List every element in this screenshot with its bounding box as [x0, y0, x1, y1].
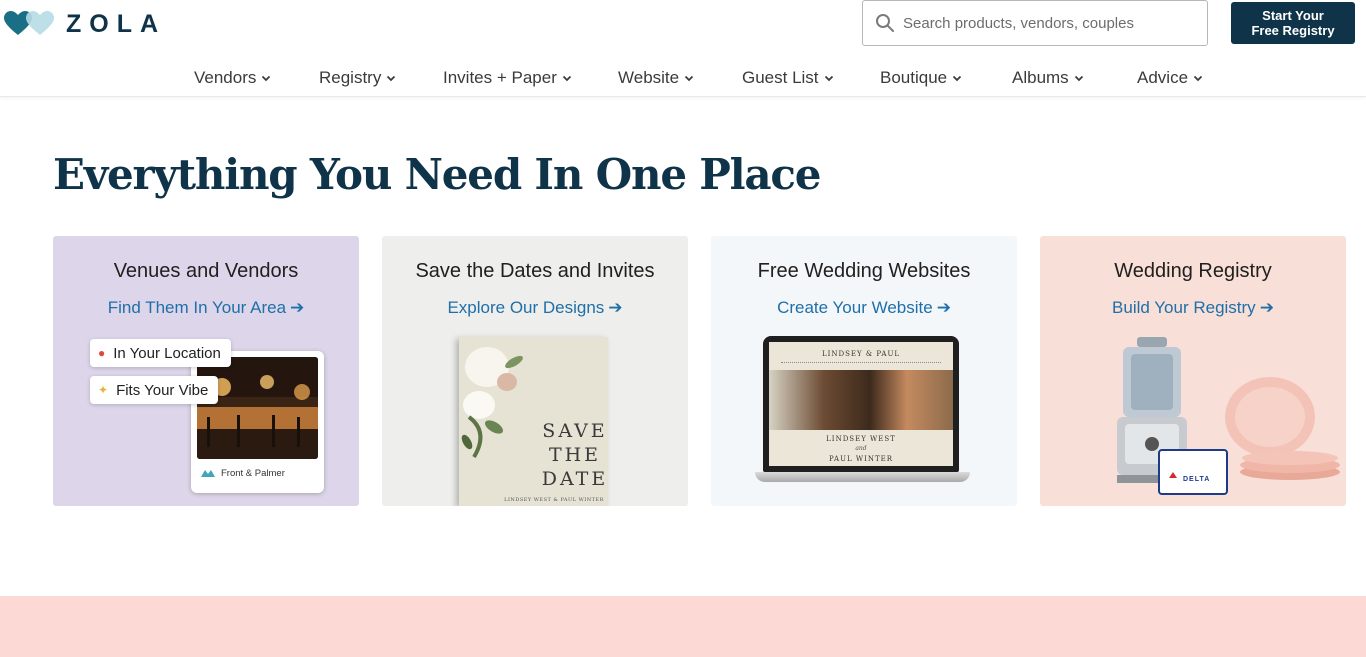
- gift-card-label: DELTA: [1183, 476, 1211, 483]
- nav-label: Advice: [1137, 68, 1189, 87]
- date-text: DATE: [541, 468, 609, 490]
- nav-item-guest-list[interactable]: Guest List: [742, 68, 834, 88]
- card-wedding-registry[interactable]: Wedding Registry Build Your Registry ➔ DE…: [1040, 236, 1346, 506]
- save-the-date-card: SAVE THE DATE LINDSEY WEST & PAUL WINTER: [459, 337, 608, 506]
- venue-logo-icon: [201, 470, 215, 477]
- start-registry-button[interactable]: Start Your Free Registry: [1231, 2, 1355, 44]
- card-link[interactable]: Create Your Website ➔: [711, 298, 1017, 318]
- card-save-the-dates[interactable]: Save the Dates and Invites Explore Our D…: [382, 236, 688, 506]
- card-wedding-websites[interactable]: Free Wedding Websites Create Your Websit…: [711, 236, 1017, 506]
- card-link[interactable]: Explore Our Designs ➔: [382, 298, 688, 318]
- card-title: Wedding Registry: [1114, 260, 1272, 282]
- pill-label: In Your Location: [113, 344, 221, 362]
- search-input[interactable]: [903, 14, 1193, 32]
- nav-item-advice[interactable]: Advice: [1137, 68, 1203, 88]
- chevron-down-icon: [952, 75, 962, 82]
- card-link-label: Explore Our Designs: [447, 298, 605, 317]
- website-caption-and: and: [855, 445, 867, 452]
- card-link[interactable]: Build Your Registry ➔: [1040, 298, 1346, 318]
- nav-label: Albums: [1012, 68, 1069, 87]
- card-venues-vendors[interactable]: Venues and Vendors Find Them In Your Are…: [53, 236, 359, 506]
- nav-label: Vendors: [194, 68, 257, 87]
- website-caption-2: PAUL WINTER: [828, 455, 894, 463]
- card-link-label: Build Your Registry: [1112, 298, 1256, 317]
- venue-preview-card: Front & Palmer: [191, 351, 324, 493]
- card-title: Save the Dates and Invites: [415, 260, 655, 282]
- main-nav: Vendors Registry Invites + Paper Website…: [0, 60, 1366, 96]
- the-text: THE: [548, 444, 602, 466]
- venue-name: Front & Palmer: [221, 468, 285, 479]
- cta-line-2: Free Registry: [1251, 23, 1335, 38]
- venue-photo: [197, 357, 318, 459]
- nav-item-invites-paper[interactable]: Invites + Paper: [443, 68, 572, 88]
- website-caption: LINDSEY WEST: [826, 435, 896, 443]
- pill-label: Fits Your Vibe: [116, 381, 209, 399]
- vibe-pill: ✦ Fits Your Vibe: [90, 376, 219, 404]
- zola-logo[interactable]: ZOLA: [4, 10, 166, 38]
- floral-illustration: [461, 347, 523, 459]
- nav-label: Guest List: [742, 68, 819, 87]
- arrow-right-icon: ➔: [608, 298, 623, 317]
- chevron-down-icon: [262, 75, 271, 82]
- card-link[interactable]: Find Them In Your Area ➔: [53, 298, 359, 318]
- nav-label: Invites + Paper: [443, 68, 557, 87]
- nav-item-vendors[interactable]: Vendors: [194, 68, 271, 88]
- chevron-down-icon: [824, 75, 833, 82]
- site-header: ZOLA Start Your Free Registry Vendors Re…: [0, 0, 1366, 97]
- logo-wordmark: ZOLA: [66, 9, 167, 38]
- hearts-logo-icon: [4, 11, 54, 35]
- laptop-base: [755, 472, 970, 482]
- website-nav-strip: [781, 362, 941, 364]
- website-preview: LINDSEY & PAUL LINDSEY WEST and PAUL WIN…: [769, 342, 953, 466]
- chevron-down-icon: [1074, 75, 1083, 82]
- arrow-right-icon: ➔: [290, 298, 305, 317]
- location-pill: ● In Your Location: [90, 339, 231, 367]
- card-title: Venues and Vendors: [113, 260, 299, 282]
- website-hero-photo: [769, 370, 953, 430]
- search-bar[interactable]: [862, 0, 1208, 46]
- card-link-label: Create Your Website: [777, 298, 933, 317]
- chevron-down-icon: [562, 75, 572, 82]
- website-title: LINDSEY & PAUL: [821, 350, 901, 358]
- chevron-down-icon: [684, 75, 694, 82]
- nav-item-registry[interactable]: Registry: [319, 68, 396, 88]
- couple-names: LINDSEY WEST & PAUL WINTER: [504, 497, 604, 503]
- page-title: Everything You Need In One Place: [53, 150, 822, 199]
- card-link-label: Find Them In Your Area: [107, 298, 287, 317]
- chevron-down-icon: [1193, 75, 1203, 82]
- save-the-date-text: SAVE THE DATE: [539, 419, 611, 491]
- nav-label: Registry: [319, 68, 382, 87]
- search-icon: [876, 14, 894, 32]
- sparkle-icon: ✦: [98, 383, 109, 397]
- laptop-illustration: LINDSEY & PAUL LINDSEY WEST and PAUL WIN…: [755, 336, 970, 496]
- card-title: Free Wedding Websites: [757, 260, 971, 282]
- laptop-screen: LINDSEY & PAUL LINDSEY WEST and PAUL WIN…: [763, 336, 959, 472]
- save-text: SAVE: [542, 420, 608, 442]
- nav-label: Website: [618, 68, 680, 87]
- nav-label: Boutique: [880, 68, 948, 87]
- nav-item-boutique[interactable]: Boutique: [880, 68, 962, 88]
- pink-section-band: [0, 596, 1366, 657]
- chevron-down-icon: [387, 75, 396, 82]
- registry-products-illustration: [1117, 337, 1340, 495]
- nav-item-albums[interactable]: Albums: [1012, 68, 1084, 88]
- arrow-right-icon: ➔: [1259, 298, 1274, 317]
- map-pin-icon: ●: [98, 346, 106, 360]
- cta-line-1: Start Your: [1262, 8, 1324, 23]
- nav-item-website[interactable]: Website: [618, 68, 694, 88]
- arrow-right-icon: ➔: [936, 298, 951, 317]
